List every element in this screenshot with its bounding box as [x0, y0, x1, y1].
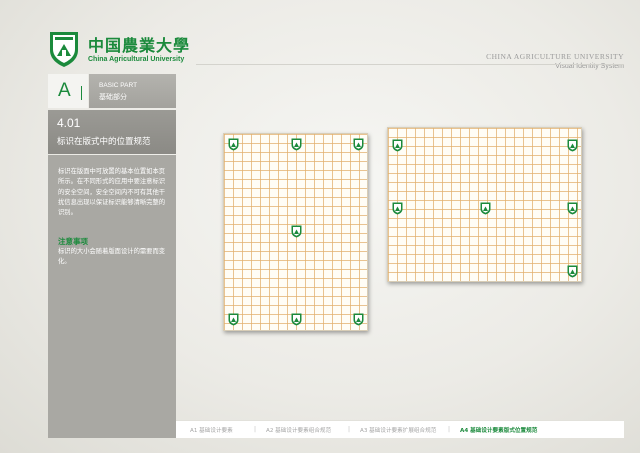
emblem-position-icon	[228, 313, 239, 326]
part-label-cn: 基础部分	[99, 93, 127, 101]
university-logo: 中国農業大學 China Agricultural University	[48, 30, 191, 70]
note-heading: 注意事项	[58, 237, 88, 246]
footer-separator: |	[254, 426, 257, 433]
footer-nav-item-a2[interactable]: A2 基础设计要素组合规范	[266, 426, 331, 434]
section-letter-divider	[81, 86, 82, 100]
part-label-en: BASIC PART	[99, 82, 138, 89]
portrait-grid-layout	[223, 133, 368, 331]
emblem-position-icon	[353, 313, 364, 326]
university-emblem-icon	[50, 32, 78, 67]
emblem-position-icon	[567, 139, 578, 152]
landscape-grid-layout	[387, 127, 582, 282]
section-title-box: 4.01 标识在版式中的位置规范	[48, 110, 176, 154]
university-name-cn: 中国農業大學	[88, 36, 191, 55]
emblem-position-icon	[567, 202, 578, 215]
emblem-position-icon	[567, 265, 578, 278]
header-divider	[196, 64, 624, 65]
footer-separator: |	[448, 426, 451, 433]
section-description-panel: 标识在版面中可放置的基本位置如本页所示。在不同形式的应用中要注意标识的安全空间，…	[48, 155, 176, 438]
footer-section-nav: A1 基础设计要素 | A2 基础设计要素组合规范 | A3 基础设计要素扩展组…	[176, 420, 624, 438]
footer-nav-item-a4[interactable]: A4 基础设计要素版式位置规范	[460, 426, 537, 434]
section-letter: A	[58, 80, 71, 101]
emblem-position-icon	[291, 138, 302, 151]
note-text: 标识的大小会随着版面设计的需要而变化。	[58, 248, 166, 265]
footer-separator: |	[348, 426, 351, 433]
section-number: 4.01	[57, 116, 81, 130]
section-letter-box: A	[48, 74, 88, 108]
emblem-position-icon	[291, 225, 302, 238]
footer-nav-item-a3[interactable]: A3 基础设计要素扩展组合规范	[360, 426, 436, 434]
section-title: 标识在版式中的位置规范	[57, 137, 151, 147]
emblem-position-icon	[291, 313, 302, 326]
vi-university-label: CHINA AGRICULTURE UNIVERSITY	[486, 52, 624, 61]
emblem-position-icon	[392, 202, 403, 215]
footer-nav-item-a1[interactable]: A1 基础设计要素	[190, 426, 233, 434]
emblem-position-icon	[353, 138, 364, 151]
header-right-title: CHINA AGRICULTURE UNIVERSITY Visual Iden…	[486, 52, 624, 70]
emblem-position-icon	[480, 202, 491, 215]
emblem-position-icon	[228, 138, 239, 151]
university-name-en: China Agricultural University	[88, 56, 185, 63]
emblem-position-icon	[392, 139, 403, 152]
section-description: 标识在版面中可放置的基本位置如本页所示。在不同形式的应用中要注意标识的安全空间，…	[58, 168, 166, 217]
part-label-box: BASIC PART 基础部分	[89, 74, 176, 108]
